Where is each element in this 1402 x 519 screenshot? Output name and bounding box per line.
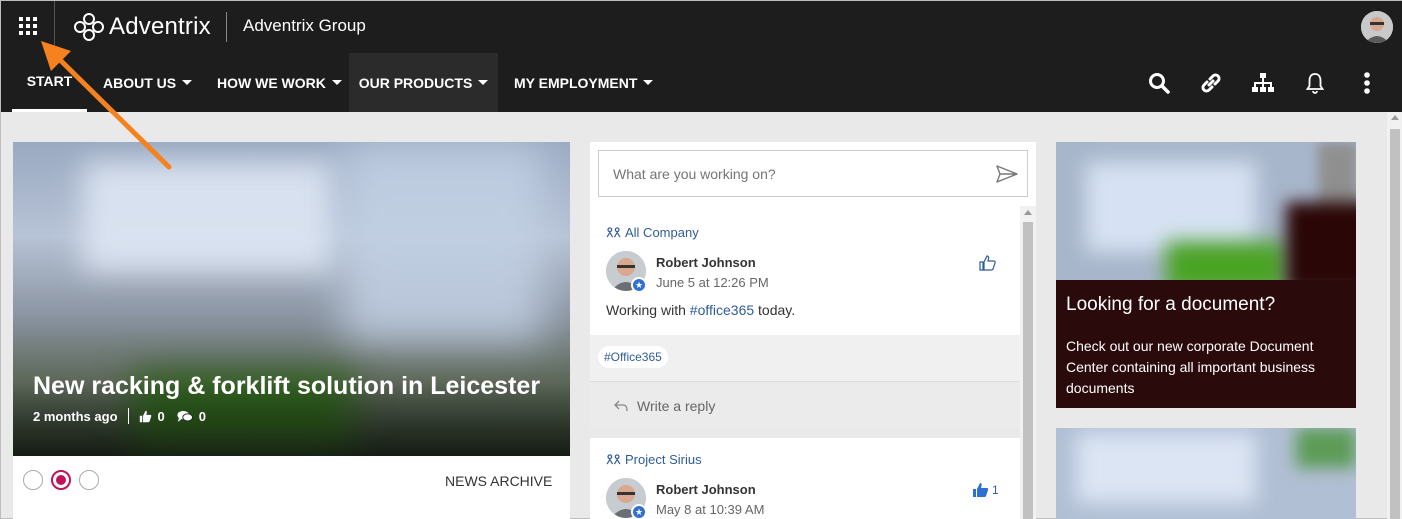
carousel-dot[interactable]: [23, 470, 43, 490]
post-date: May 8 at 10:39 AM: [656, 502, 765, 517]
post-text: Working with #office365 today.: [606, 302, 795, 318]
nav-about-us[interactable]: ABOUT US: [103, 53, 193, 112]
news-image[interactable]: New racking & forklift solution in Leice…: [13, 142, 570, 456]
carousel-dot-active[interactable]: [51, 470, 71, 490]
post-date: June 5 at 12:26 PM: [656, 275, 769, 290]
carousel-dot[interactable]: [79, 470, 99, 490]
nav-how-we-work-label: HOW WE WORK: [217, 74, 326, 91]
post-text-part: today.: [754, 302, 796, 318]
image-blur: [1286, 202, 1356, 280]
document-center-card[interactable]: Looking for a document? Check out our ne…: [1056, 142, 1356, 408]
user-avatar-image: [1361, 11, 1393, 43]
top-bar: [1, 1, 1402, 53]
divider: [54, 1, 55, 53]
post-group-link[interactable]: All Company: [606, 225, 699, 240]
image-blur: [83, 162, 333, 272]
news-meta: 2 months ago 0 0: [33, 408, 206, 424]
user-avatar[interactable]: [1361, 11, 1393, 43]
liked-icon[interactable]: [971, 481, 991, 499]
tag-pill[interactable]: #Office365: [598, 346, 668, 368]
nav-our-products[interactable]: OUR PRODUCTS: [349, 53, 498, 112]
group-icon: [606, 454, 621, 465]
news-age: 2 months ago: [33, 408, 118, 424]
site-title[interactable]: Adventrix Group: [243, 16, 366, 36]
post-author[interactable]: Robert Johnson: [656, 482, 756, 497]
logo[interactable]: Adventrix: [73, 11, 211, 43]
caret-down-icon: [182, 80, 193, 85]
caret-down-icon: [643, 80, 654, 85]
verified-badge-icon: ★: [631, 277, 647, 293]
send-icon[interactable]: [996, 165, 1018, 183]
image-blur: [1076, 433, 1256, 503]
caret-down-icon: [478, 80, 489, 85]
news-likes: 0: [157, 408, 165, 424]
caret-down-icon: [331, 80, 342, 85]
reply-placeholder[interactable]: Write a reply: [637, 398, 715, 414]
post-author[interactable]: Robert Johnson: [656, 255, 756, 270]
post-group-name: Project Sirius: [625, 452, 702, 467]
bell-icon[interactable]: [1303, 71, 1327, 95]
news-title[interactable]: New racking & forklift solution in Leice…: [33, 372, 540, 401]
promo-card[interactable]: [1056, 428, 1356, 519]
news-carousel: New racking & forklift solution in Leice…: [13, 142, 570, 519]
nav-about-us-label: ABOUT US: [103, 74, 177, 91]
meta-divider: [127, 408, 129, 424]
post-group-name: All Company: [625, 225, 699, 240]
activity-feed: All Company ★ Robert Johnson June 5 at 1…: [590, 142, 1036, 519]
logo-separator: [226, 12, 227, 42]
nav-our-products-label: OUR PRODUCTS: [358, 74, 473, 91]
news-archive-link[interactable]: NEWS ARCHIVE: [445, 473, 552, 489]
post-separator: [590, 429, 1020, 438]
logo-mark-icon: [74, 13, 104, 41]
nav-start-label: START: [26, 73, 73, 89]
more-vertical-icon[interactable]: [1355, 71, 1379, 95]
document-card-image: [1056, 142, 1356, 280]
news-comments: 0: [198, 408, 206, 424]
like-count: 1: [992, 483, 999, 497]
nav-start[interactable]: START: [12, 53, 87, 112]
org-chart-icon[interactable]: [1251, 71, 1275, 95]
hashtag-link[interactable]: #office365: [690, 302, 754, 318]
scroll-up-arrow-icon[interactable]: [1391, 115, 1399, 120]
group-icon: [606, 227, 621, 238]
page-scrollbar-thumb[interactable]: [1390, 129, 1400, 519]
logo-text: Adventrix: [109, 13, 211, 40]
nav-my-employment[interactable]: MY EMPLOYMENT: [514, 53, 654, 112]
post-input[interactable]: [613, 165, 983, 183]
post-group-link[interactable]: Project Sirius: [606, 452, 702, 467]
document-card-description: Check out our new corporate Document Cen…: [1066, 338, 1316, 396]
like-icon[interactable]: [978, 254, 998, 272]
thumbs-up-icon: [139, 410, 151, 422]
reply-icon: [614, 400, 628, 412]
post-tags: #Office365: [590, 335, 1020, 381]
image-blur: [1296, 428, 1356, 468]
app-launcher-icon[interactable]: [19, 17, 37, 35]
nav-my-employment-label: MY EMPLOYMENT: [514, 74, 638, 91]
feed-scrollbar-thumb[interactable]: [1023, 222, 1033, 519]
scroll-up-arrow-icon[interactable]: [1024, 210, 1032, 215]
reply-box[interactable]: Write a reply: [590, 381, 1020, 429]
post-composer[interactable]: [598, 150, 1028, 197]
carousel-dots: [23, 470, 99, 490]
feed-list: All Company ★ Robert Johnson June 5 at 1…: [590, 206, 1020, 519]
verified-badge-icon: ★: [631, 504, 647, 519]
image-blur: [1086, 162, 1256, 252]
nav-how-we-work[interactable]: HOW WE WORK: [217, 53, 342, 112]
image-blur: [1166, 242, 1286, 280]
search-icon[interactable]: [1147, 71, 1171, 95]
link-icon[interactable]: [1199, 71, 1223, 95]
main-nav: [1, 53, 1402, 112]
comments-icon: [177, 410, 193, 422]
post-text-part: Working with: [606, 302, 690, 318]
document-card-title: Looking for a document?: [1066, 294, 1276, 315]
image-blur: [343, 142, 543, 342]
